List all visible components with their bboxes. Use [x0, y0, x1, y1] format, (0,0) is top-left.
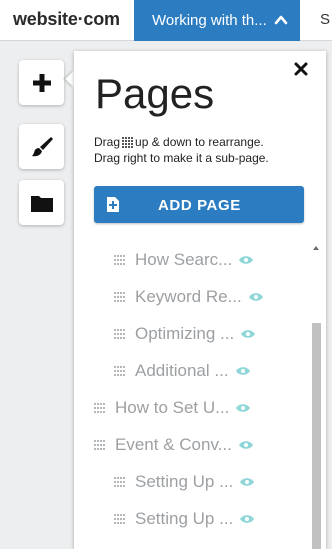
top-bar: website·com Working with th... S [0, 0, 332, 41]
visibility-eye-icon[interactable] [238, 255, 254, 265]
page-list-item[interactable]: Event & Conv... [94, 427, 254, 463]
add-page-icon [107, 197, 119, 212]
page-title: Additional ... [135, 361, 229, 380]
top-bar-cut-item[interactable]: S [320, 11, 330, 28]
page-list-item[interactable]: Optimizing ... [114, 316, 256, 352]
visibility-eye-icon[interactable] [240, 329, 256, 339]
page-list-item[interactable]: Additional ... [114, 353, 251, 389]
add-element-button[interactable] [19, 60, 64, 105]
help-drag-word: Drag [94, 135, 121, 149]
visibility-eye-icon[interactable] [235, 366, 251, 376]
folder-icon [30, 195, 53, 212]
plus-icon [32, 73, 51, 92]
drag-handle-icon[interactable] [94, 440, 105, 450]
help-line-1: up & down to rearrange. [135, 135, 264, 149]
help-line-2: Drag right to make it a sub-page. [94, 151, 269, 165]
chevron-up-icon [274, 15, 288, 25]
drag-handle-icon[interactable] [114, 366, 125, 376]
visibility-eye-icon[interactable] [239, 514, 255, 524]
page-list-item[interactable]: Setting Up ... [114, 464, 255, 500]
page-title: Event & Conv... [115, 435, 232, 454]
page-list-item[interactable]: How Searc... [114, 242, 254, 278]
panel-help-text: Drag up & down to rearrange. Drag right … [94, 134, 269, 166]
visibility-eye-icon[interactable] [239, 477, 255, 487]
drag-handle-icon[interactable] [114, 477, 125, 487]
add-page-button[interactable]: ADD PAGE [94, 186, 304, 223]
drag-handle-icon[interactable] [114, 514, 125, 524]
paintbrush-icon [31, 136, 53, 156]
current-page-dropdown[interactable]: Working with th... [134, 0, 300, 41]
design-button[interactable] [19, 124, 64, 169]
page-list-item[interactable]: Keyword Re... [114, 279, 264, 315]
drag-handle-icon[interactable] [114, 255, 125, 265]
page-title: How to Set U... [115, 398, 230, 417]
page-list-item[interactable]: Setting Up ... [114, 501, 255, 537]
drag-handle-icon [122, 137, 134, 148]
drag-handle-icon[interactable] [114, 329, 125, 339]
visibility-eye-icon[interactable] [238, 440, 254, 450]
scroll-up-arrow-icon[interactable] [313, 246, 319, 250]
scrollbar-thumb[interactable] [312, 323, 321, 549]
page-title: Keyword Re... [135, 287, 242, 306]
close-icon[interactable] [292, 60, 310, 78]
page-list-item[interactable]: How to Set U... [94, 390, 251, 426]
panel-title: Pages [95, 70, 215, 117]
page-list: How Searc... Keyword Re... Optimizing ..… [74, 242, 310, 549]
add-page-label: ADD PAGE [158, 197, 241, 214]
page-title: How Searc... [135, 250, 233, 269]
drag-handle-icon[interactable] [114, 292, 125, 302]
drag-handle-icon[interactable] [94, 403, 105, 413]
files-button[interactable] [19, 180, 64, 225]
page-title: Setting Up ... [135, 509, 234, 528]
current-page-label: Working with th... [152, 12, 267, 29]
visibility-eye-icon[interactable] [248, 292, 264, 302]
page-title: Optimizing ... [135, 324, 235, 343]
website-logo[interactable]: website·com [13, 9, 120, 30]
page-title: Setting Up ... [135, 472, 234, 491]
visibility-eye-icon[interactable] [235, 403, 251, 413]
